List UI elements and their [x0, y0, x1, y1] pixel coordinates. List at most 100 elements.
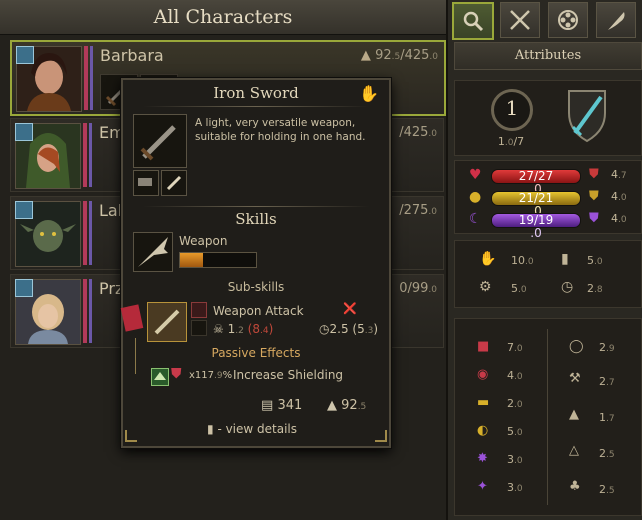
character-list-header: All Characters [0, 0, 446, 35]
passive-multiplier: x117.9% [189, 370, 233, 381]
tab-combat[interactable] [500, 2, 540, 38]
item-tooltip: Iron Sword ✋ A light, very versatile wea… [120, 78, 391, 448]
stamina-bar: 21/21.0 [491, 191, 581, 218]
crossed-tools-icon: ❌ [343, 302, 357, 315]
mana-strip [90, 46, 93, 110]
vitals-box: ♥ 27/27.0 ⛊ 4.7 ● 21/21.0 ⛊ 4.0 ☾ 19/19.… [454, 160, 642, 240]
health-bar: 27/27.0 [491, 169, 581, 196]
candle-icon: △ [569, 443, 579, 458]
column-divider [547, 329, 548, 505]
health-strip [84, 46, 88, 110]
upgrade-arrow-icon [151, 368, 169, 386]
skills-divider [143, 206, 369, 207]
coin-icon: ● [469, 189, 482, 205]
axe-class-icon [15, 201, 33, 219]
stamina-armor-value: 4.0 [611, 190, 627, 203]
level-box: 1 1.0/7 [454, 80, 642, 156]
skills-heading: Skills [235, 210, 277, 228]
weight-icon: ▲ [327, 398, 337, 413]
health-armor-value: 4.7 [611, 168, 627, 181]
heart-icon: ♥ [469, 167, 482, 183]
shield-gold-icon: ⛊ [589, 189, 599, 204]
boot-icon: ▮ [561, 251, 569, 267]
feather-icon [608, 12, 625, 30]
material-iron-icon [133, 170, 159, 196]
basket-icon: ◯ [569, 339, 584, 354]
moon-icon: ☾ [469, 211, 482, 227]
time-stat: ◷2.5 (5.3) [319, 322, 379, 336]
book-icon: ▬ [477, 395, 490, 410]
weapon-skill-icon [133, 232, 173, 272]
weapon-attack-icon [147, 302, 187, 342]
item-weight: ▲ 92.5 [327, 398, 367, 413]
carry-weight: /275.0 [399, 203, 437, 218]
character-name: Barbara [100, 46, 164, 65]
item-value: ▤ 341 [261, 398, 303, 413]
skill-stats-box: ■ 7.0 ◉ 4.0 ▬ 2.0 ◐ 5.0 ✸ 3.0 ✦ 3.0 ◯ 2.… [454, 318, 642, 516]
carry-weight: ▲ 92.5/425.0 [360, 48, 438, 63]
corner-ornament [125, 430, 137, 442]
tab-emblem[interactable] [548, 2, 588, 38]
attributes-panel: Attributes 1 1.0/7 ♥ 27/27.0 ⛊ 4.7 ● 21/… [446, 0, 642, 520]
eye-icon: ◉ [477, 367, 489, 382]
hand-cursor-icon: ✋ [359, 84, 379, 103]
muscle-icon: ■ [477, 339, 490, 354]
value-icon: ▤ [261, 398, 274, 413]
item-icon-frame [133, 114, 187, 168]
corner-ornament [375, 430, 387, 442]
star-burst-icon: ✸ [477, 451, 488, 466]
subskills-heading: Sub-skills [227, 280, 285, 294]
skill-name: Weapon [179, 234, 228, 248]
fan-class-icon [15, 279, 33, 297]
carry-weight: 0/99.0 [399, 281, 437, 296]
shield-red-icon: ⛊ [589, 167, 599, 182]
passive-effects-heading: Passive Effects [211, 346, 301, 360]
skill-progress-fill [180, 253, 203, 267]
mouse-icon: ▮ [207, 422, 214, 436]
skill-progress-bar [179, 252, 257, 268]
thumb-up-icon: ✋ [479, 251, 497, 267]
mana-strip [89, 123, 92, 187]
shield-emblem-icon [558, 10, 578, 30]
owl-icon: ◐ [477, 423, 489, 438]
experience-text: 1.0/7 [497, 135, 525, 148]
mana-strip [89, 279, 92, 343]
health-strip [83, 279, 87, 343]
clock-icon: ◷ [319, 322, 330, 336]
card-icon [120, 304, 144, 332]
mana-strip [89, 201, 92, 265]
weapon-shield-icon [565, 87, 609, 147]
item-description: A light, very versatile weapon, suitable… [195, 117, 366, 143]
sword-class-icon [15, 123, 33, 141]
character-list-title: All Characters [153, 6, 293, 28]
item-title: Iron Sword [213, 84, 299, 102]
shield-red-icon: ⛊ [171, 366, 182, 382]
comet-icon: ✦ [477, 479, 488, 494]
strength-req-icon [191, 302, 207, 318]
tab-journal[interactable] [596, 2, 636, 38]
gears-icon: ⚙ [479, 279, 492, 295]
search-icon [463, 11, 484, 32]
flask-icon: ▲ [569, 407, 579, 422]
carry-weight: /425.0 [399, 125, 437, 140]
subskill-name: Weapon Attack [213, 304, 304, 318]
mana-bar: 19/19.0 [491, 213, 581, 240]
material-bone-icon [161, 170, 187, 196]
attributes-header: Attributes [454, 42, 642, 70]
attributes-title: Attributes [514, 48, 582, 63]
shield-purple-icon: ⛊ [589, 211, 599, 226]
hammer-icon: ⚒ [569, 371, 581, 386]
empty-req-slot [191, 320, 207, 336]
passive-name: Increase Shielding [233, 368, 344, 382]
secondary-stats-box: ✋ 10.0 ▮ 5.0 ⚙ 5.0 ◷ 2.8 [454, 240, 642, 308]
weight-icon: ▲ [360, 48, 371, 63]
skull-icon: ☠ [213, 322, 224, 336]
tab-search[interactable] [452, 2, 494, 40]
sword-class-icon [16, 46, 34, 64]
iron-sword-icon [140, 125, 176, 161]
kill-stat: ☠ 1.2 (8.4) [213, 322, 274, 336]
health-strip [83, 201, 87, 265]
mana-armor-value: 4.0 [611, 212, 627, 225]
crossed-swords-icon [510, 10, 530, 30]
character-name: Prz [99, 279, 124, 298]
